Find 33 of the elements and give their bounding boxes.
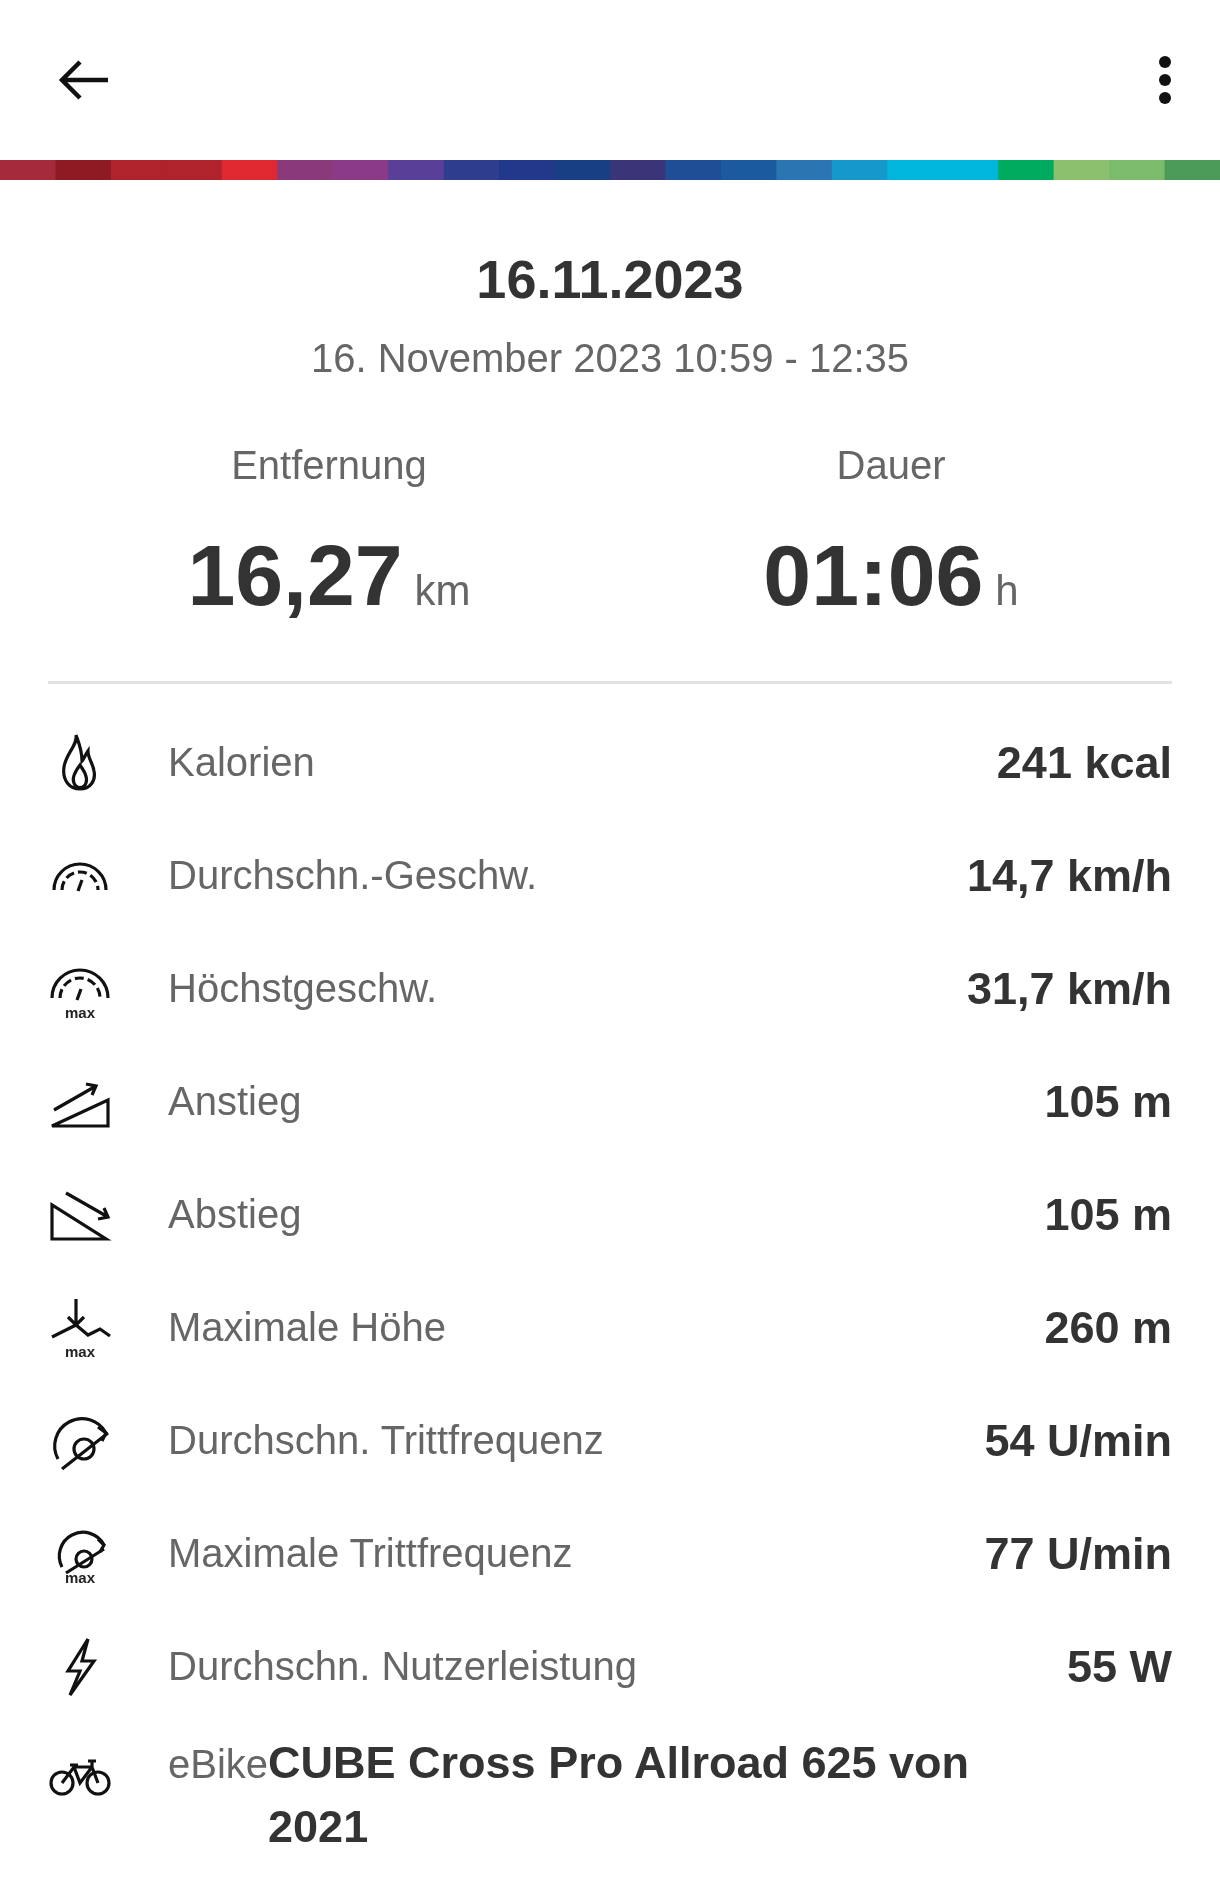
stat-label: eBike xyxy=(168,1741,269,1788)
back-arrow-icon xyxy=(58,58,110,102)
summary-label: Entfernung xyxy=(231,443,427,488)
summary-value: 16,27 xyxy=(187,526,403,625)
max-label: max xyxy=(65,1344,95,1359)
stat-label: Maximale Höhe xyxy=(168,1305,447,1350)
stat-value: 77 U/min xyxy=(984,1527,1172,1580)
max-label: max xyxy=(65,1005,95,1020)
stat-value: 105 m xyxy=(1044,1075,1172,1128)
stat-label: Anstieg xyxy=(168,1079,303,1124)
summary-value: 01:06 xyxy=(763,526,984,625)
stat-label: Durchschn. Trittfrequenz xyxy=(168,1418,605,1463)
stat-value: 55 W xyxy=(1066,1640,1172,1693)
summary-unit: h xyxy=(995,567,1019,615)
stat-value: 105 m xyxy=(1044,1188,1172,1241)
stat-label: Maximale Trittfrequenz xyxy=(168,1531,574,1576)
max-label: max xyxy=(65,1570,95,1585)
more-icon xyxy=(1158,55,1172,105)
stat-label: Durchschn. Nutzerleistung xyxy=(168,1644,639,1689)
stat-value: 54 U/min xyxy=(984,1414,1172,1467)
bike-name: CUBE Cross Pro Allroad 625 von 2021 xyxy=(268,1736,971,1854)
stat-label: Kalorien xyxy=(168,740,316,785)
stat-label: Höchstgeschw. xyxy=(168,966,439,1011)
stat-value: 14,7 km/h xyxy=(966,849,1172,902)
time-range: 16. November 2023 10:59 - 12:35 xyxy=(310,336,910,381)
stat-value: 260 m xyxy=(1044,1301,1172,1354)
activity-date: 16.11.2023 xyxy=(476,248,744,310)
stat-label: Durchschn.-Geschw. xyxy=(168,853,539,898)
stat-value: 31,7 km/h xyxy=(966,962,1172,1015)
summary-label: Dauer xyxy=(836,443,946,488)
stat-label: Abstieg xyxy=(168,1192,303,1237)
summary-unit: km xyxy=(414,567,471,615)
stat-value: 241 kcal xyxy=(996,736,1172,789)
